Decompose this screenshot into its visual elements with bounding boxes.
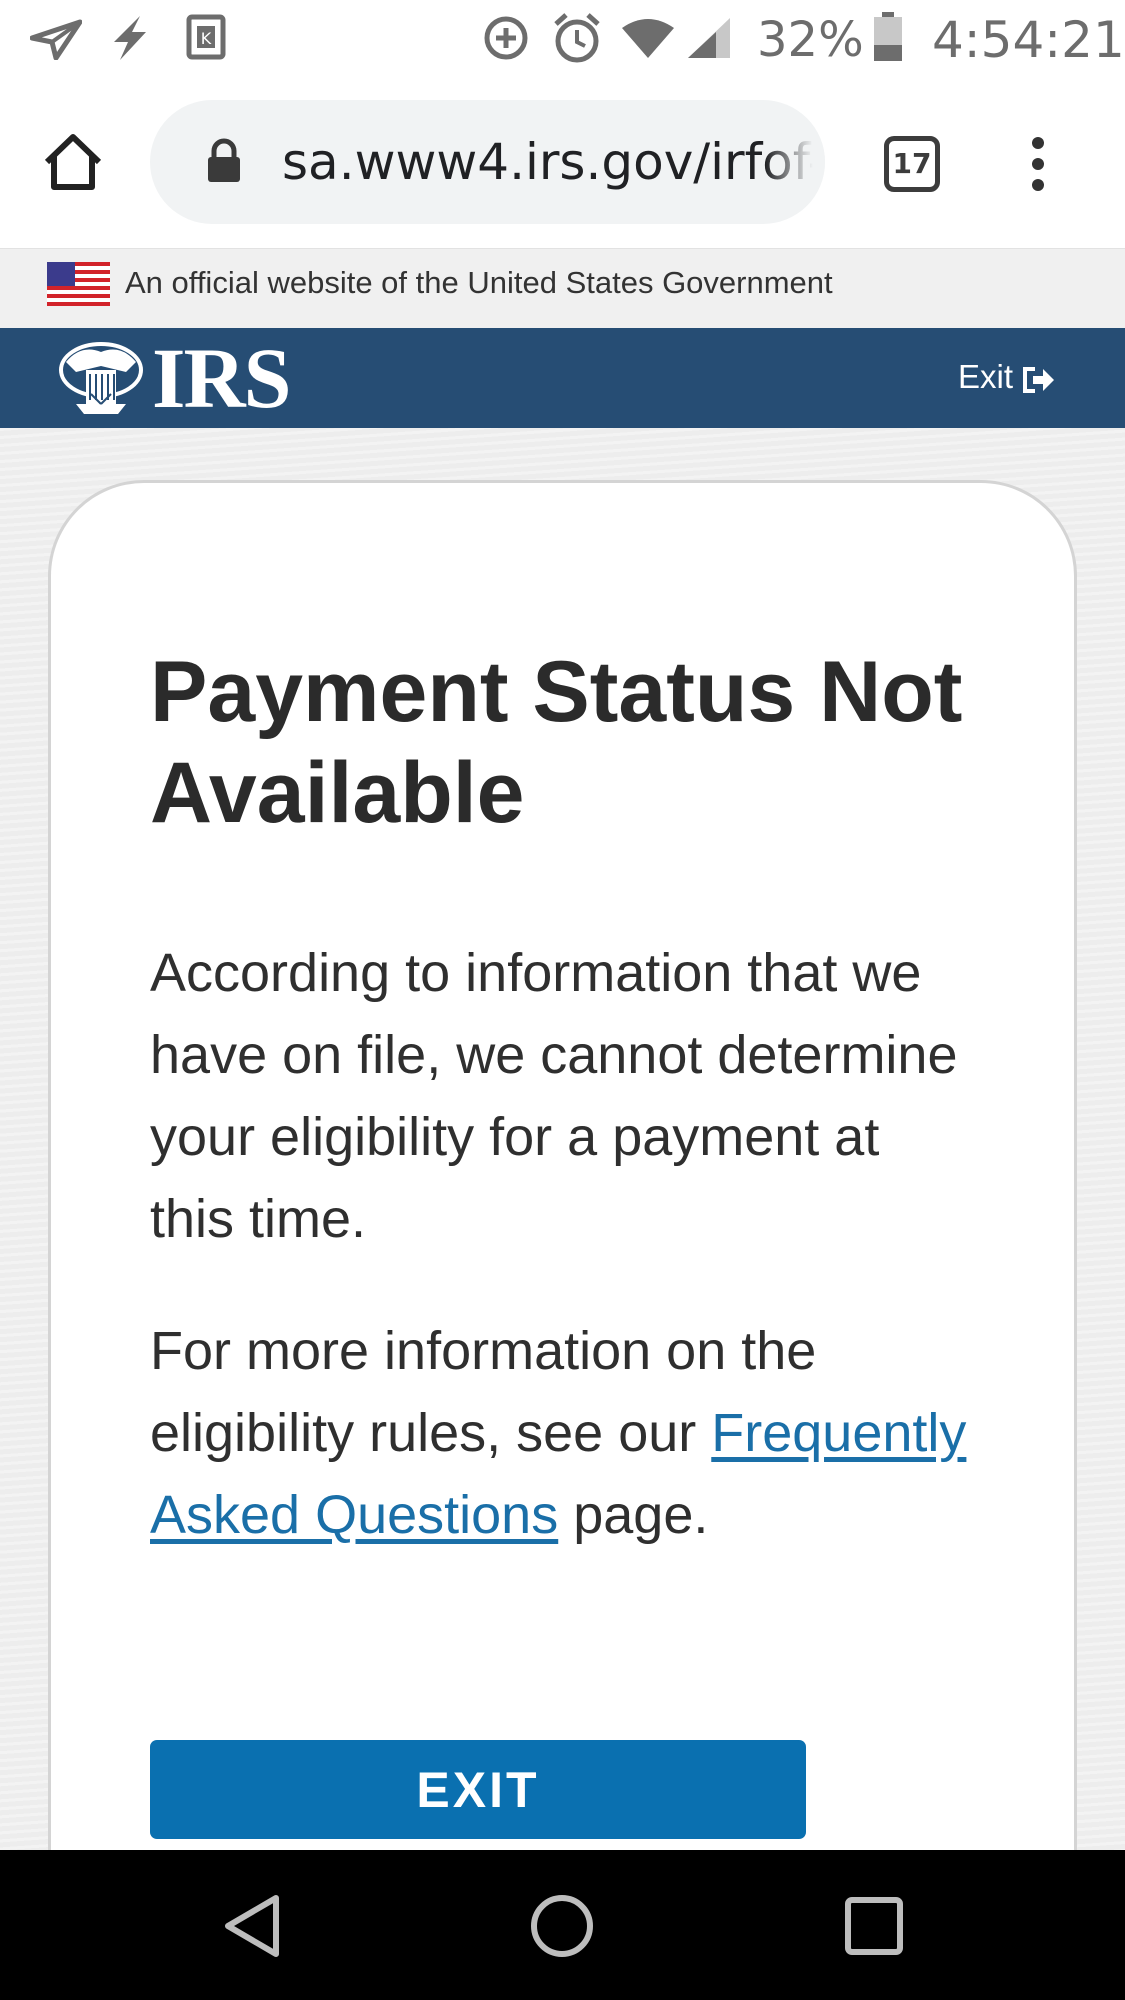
page-title: Payment Status Not Available: [150, 644, 963, 841]
site-header: IRS Exit: [0, 328, 1125, 428]
system-nav-bar: [0, 1850, 1125, 2000]
gov-banner-text: An official website of the United States…: [125, 265, 833, 300]
header-exit-label: Exit: [957, 358, 1013, 395]
battery-percent: 32%: [757, 12, 864, 68]
status-bar: K 32% 4:54:21: [0, 0, 1125, 80]
home-circle-icon[interactable]: [526, 1890, 598, 1962]
wifi-icon: [622, 19, 674, 58]
us-flag-icon: [47, 262, 110, 306]
exit-button[interactable]: EXIT: [150, 1740, 806, 1839]
exit-arrow-icon: [1023, 367, 1054, 393]
data-saver-icon: [484, 16, 528, 60]
header-exit-link[interactable]: Exit: [958, 352, 1055, 402]
send-icon: [30, 19, 82, 60]
alarm-icon: [554, 13, 600, 63]
home-icon[interactable]: [42, 132, 104, 192]
browser-toolbar: sa.www4.irs.gov/irfof-wmsp/ 17: [0, 80, 1125, 248]
flash-icon: [114, 16, 146, 60]
gov-banner: An official website of the United States…: [0, 248, 1125, 328]
tab-switcher-button[interactable]: 17: [884, 136, 940, 192]
overview-icon[interactable]: [838, 1890, 910, 1962]
eligibility-message: According to information that we have on…: [150, 943, 958, 1249]
clock: 4:54:21: [932, 11, 1125, 69]
url-text[interactable]: sa.www4.irs.gov/irfof-wmsp/: [282, 100, 825, 224]
irs-eagle-icon: [59, 342, 143, 414]
address-bar[interactable]: sa.www4.irs.gov/irfof-wmsp/: [150, 100, 825, 224]
more-vert-icon[interactable]: [1026, 136, 1050, 192]
signal-icon: [688, 18, 730, 58]
faq-message-suffix: page.: [573, 1485, 709, 1545]
back-icon[interactable]: [216, 1890, 288, 1962]
irs-wordmark: IRS: [152, 330, 291, 426]
url-fade: [765, 100, 825, 224]
keyboard-badge-icon: K: [186, 14, 226, 60]
lock-icon: [208, 138, 240, 182]
svg-text:K: K: [201, 29, 212, 48]
battery-icon: [874, 12, 902, 61]
faq-message: For more information on the eligibility …: [150, 1310, 970, 1556]
